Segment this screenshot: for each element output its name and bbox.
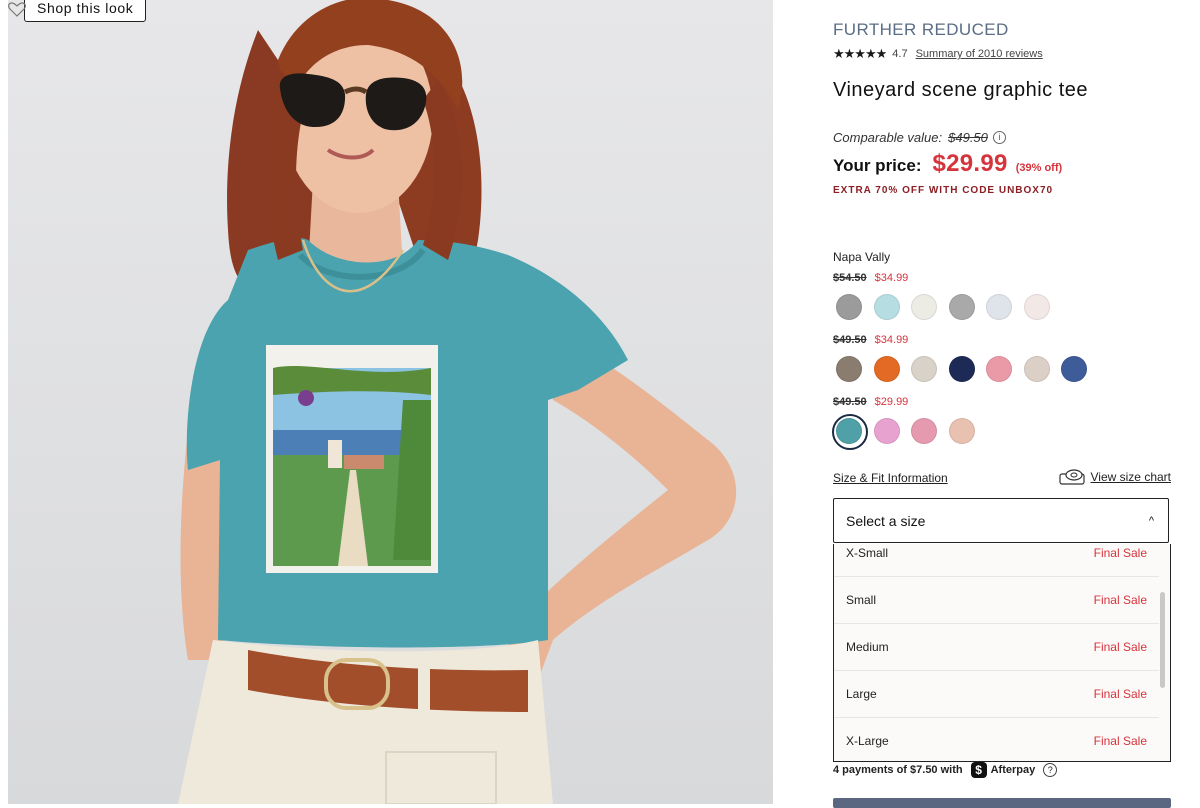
product-photo[interactable]: Shop this look [8,0,773,804]
size-option-status: Final Sale [1093,687,1147,701]
comparable-label: Comparable value: [833,130,943,145]
afterpay-row: 4 payments of $7.50 with $ Afterpay ? [833,762,1058,778]
color-group-price: $54.50 $34.99 [833,272,908,284]
afterpay-text: 4 payments of $7.50 with [833,764,963,776]
size-option[interactable]: Small Final Sale [834,577,1159,624]
swatch-row [836,356,1099,382]
rating-row: ★★★★★ 4.7 Summary of 2010 reviews [833,46,1043,62]
model-illustration [178,0,737,804]
size-option-label: X-Small [846,546,889,560]
size-option[interactable]: X-Large Final Sale [834,718,1159,761]
color-swatch[interactable] [986,356,1012,382]
original-price: $49.50 [833,396,867,408]
color-swatch[interactable] [873,418,900,444]
size-dropdown-list[interactable]: X-Small Final Sale Small Final Sale Medi… [833,544,1171,762]
size-chart-link[interactable]: View size chart [1058,469,1171,485]
color-group-price: $49.50 $34.99 [833,334,908,346]
size-option-status: Final Sale [1093,640,1147,654]
group-sale-price: $34.99 [874,334,909,346]
comparable-price: $49.50 [948,130,988,145]
reviews-summary-link[interactable]: Summary of 2010 reviews [916,48,1043,60]
color-swatch[interactable] [948,356,975,382]
size-option-status: Final Sale [1093,734,1147,748]
color-swatch[interactable] [873,356,900,382]
size-option-label: X-Large [846,734,889,748]
add-to-bag-button[interactable] [833,798,1171,808]
color-swatch[interactable] [1023,294,1050,320]
heart-icon[interactable] [8,0,26,18]
size-fit-info-link[interactable]: Size & Fit Information [833,471,948,485]
comparable-value: Comparable value: $49.50 i [833,130,1006,145]
original-price: $49.50 [833,334,867,346]
size-select-value: Select a size [846,512,926,529]
color-swatch[interactable] [911,418,937,444]
group-sale-price: $29.99 [874,396,909,408]
scrollbar-thumb[interactable] [1160,592,1165,688]
measuring-tape-icon [1058,469,1085,485]
color-swatch[interactable] [832,414,868,450]
extra-offer-text: EXTRA 70% OFF WITH CODE UNBOX70 [833,185,1054,196]
size-option-label: Large [846,687,877,701]
swatch-row [836,294,1061,320]
selected-color-name: Napa Vally [833,250,891,264]
size-select[interactable]: Select a size ^ [833,498,1169,543]
size-option[interactable]: Medium Final Sale [834,624,1159,671]
shop-this-look-button[interactable]: Shop this look [24,0,147,22]
rating-value: 4.7 [892,48,908,60]
sale-price: $29.99 [932,150,1008,177]
chevron-up-icon: ^ [1148,514,1154,527]
color-swatch[interactable] [836,356,862,382]
afterpay-logo: $ Afterpay [970,762,1036,778]
info-icon[interactable]: i [992,131,1006,144]
your-price-label: Your price: [833,156,922,175]
color-swatch[interactable] [948,418,975,444]
color-swatch[interactable] [836,294,862,320]
color-swatch[interactable] [1061,356,1087,382]
size-option[interactable]: Large Final Sale [834,671,1159,718]
your-price-row: Your price: $29.99 (39% off) [833,150,1062,178]
discount-percent: (39% off) [1015,162,1063,174]
color-swatch[interactable] [911,356,937,382]
size-option-status: Final Sale [1093,593,1147,607]
size-chart-label: View size chart [1090,470,1171,484]
group-sale-price: $34.99 [874,272,909,284]
size-option-status: Final Sale [1093,546,1147,560]
afterpay-badge-icon: $ [970,762,987,778]
afterpay-brand: Afterpay [990,764,1036,776]
size-option[interactable]: X-Small Final Sale [834,544,1159,577]
color-swatch[interactable] [986,294,1012,320]
promo-label: FURTHER REDUCED [833,20,1009,39]
color-swatch[interactable] [948,294,975,320]
color-swatch[interactable] [1023,356,1050,382]
color-swatch[interactable] [911,294,937,320]
size-option-label: Medium [846,640,889,654]
dropdown-scrollbar[interactable] [1160,544,1168,761]
original-price: $54.50 [833,272,867,284]
swatch-row [832,414,986,450]
help-icon[interactable]: ? [1043,763,1058,777]
product-title: Vineyard scene graphic tee [833,79,1089,101]
color-group-price: $49.50 $29.99 [833,396,908,408]
size-option-label: Small [846,593,877,607]
rating-stars-icon: ★★★★★ [833,46,887,61]
color-swatch[interactable] [873,294,900,320]
